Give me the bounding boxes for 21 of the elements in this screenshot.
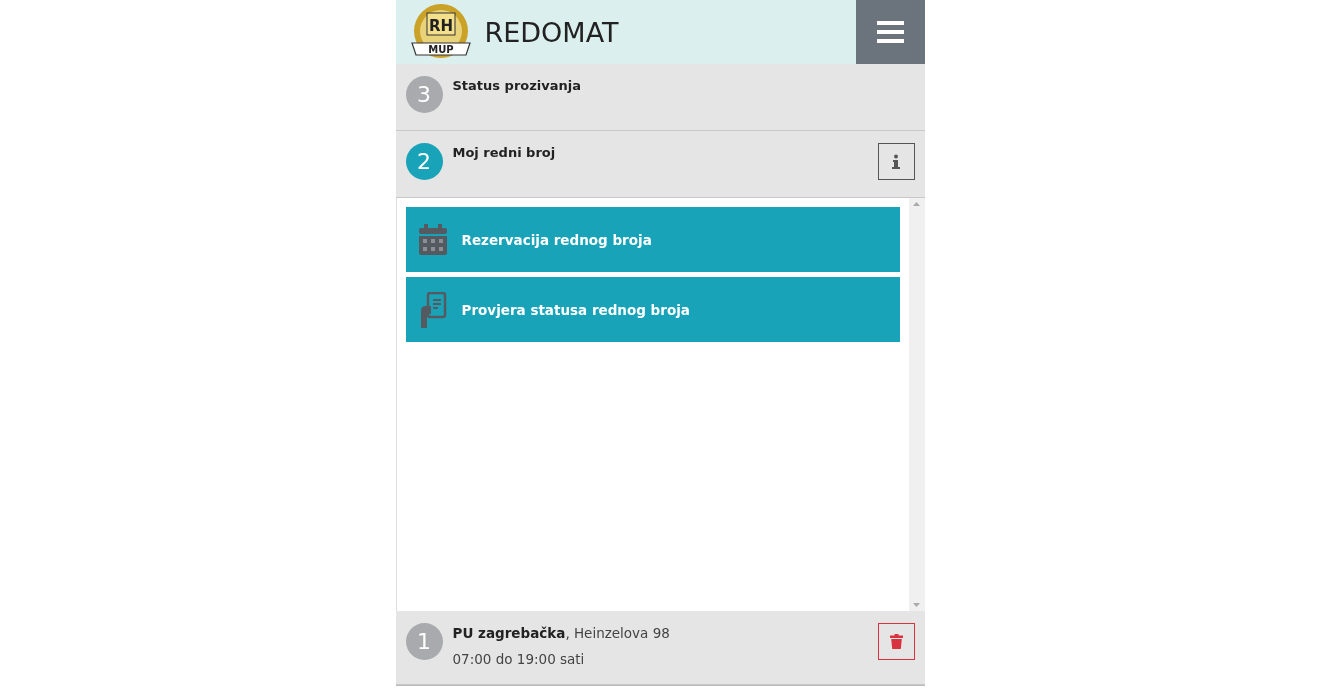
step-number: 1 [405,623,443,660]
hand-phone-icon [418,291,447,328]
step-number: 3 [405,76,443,113]
location-name: PU zagrebačka, Heinzelova 98 [452,625,671,641]
scroll-down-icon[interactable] [913,603,920,607]
app-title: REDOMAT [484,16,620,48]
menu-item[interactable]: Rezervacija rednog broja [405,207,900,272]
menu-item[interactable]: Provjera statusa rednog broja [405,277,900,342]
trash-icon [889,634,903,649]
calendar-icon [418,224,447,255]
info-icon [892,153,900,170]
scrollbar[interactable] [908,198,925,611]
opening-hours: 07:00 do 19:00 sati [452,651,586,667]
step-title: Status prozivanja [452,78,582,93]
menu-icon [876,21,904,43]
step-number: 2 [405,143,443,180]
info-button[interactable] [877,143,915,180]
step-title: Moj redni broj [452,145,557,160]
scroll-up-icon[interactable] [913,202,920,206]
menu-button[interactable] [855,0,925,64]
delete-button[interactable] [877,623,915,660]
